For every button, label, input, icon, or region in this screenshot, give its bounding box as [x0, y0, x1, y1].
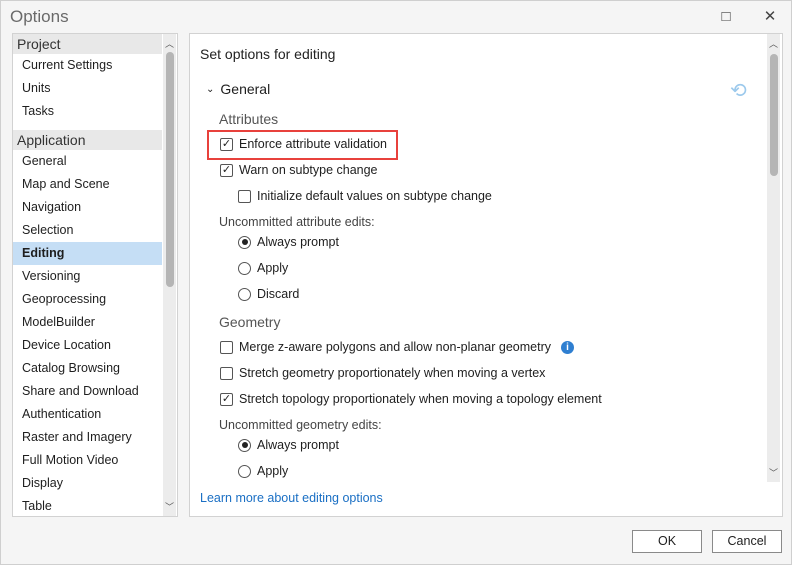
group-application: Application — [13, 130, 162, 150]
main-scrollbar[interactable]: ︿ ﹀ — [767, 34, 780, 482]
sidebar-item-navigation[interactable]: Navigation — [13, 196, 162, 219]
check-icon: ✓ — [220, 137, 233, 151]
window-title: Options — [10, 7, 69, 26]
scroll-down-icon[interactable]: ﹀ — [163, 500, 176, 513]
checkbox-label: Stretch geometry proportionately when mo… — [239, 366, 546, 380]
checkbox-box — [220, 366, 233, 380]
stretch-topology-checkbox[interactable]: ✓ Stretch topology proportionately when m… — [220, 392, 602, 406]
check-icon: ✓ — [220, 163, 233, 177]
cancel-button[interactable]: Cancel — [712, 530, 782, 553]
sidebar-scrollbar[interactable]: ︿ ﹀ — [163, 34, 176, 516]
sidebar-item-full-motion-video[interactable]: Full Motion Video — [13, 449, 162, 472]
sidebar-item-general[interactable]: General — [13, 150, 162, 173]
sidebar-item-raster-and-imagery[interactable]: Raster and Imagery — [13, 426, 162, 449]
checkbox-label: Merge z-aware polygons and allow non-pla… — [239, 340, 551, 354]
stretch-geometry-checkbox[interactable]: Stretch geometry proportionately when mo… — [220, 366, 545, 380]
checkbox-box — [238, 189, 251, 203]
sidebar-item-table[interactable]: Table — [13, 495, 162, 516]
enforce-validation-checkbox[interactable]: ✓ Enforce attribute validation — [220, 137, 387, 151]
scroll-up-icon[interactable]: ︿ — [767, 37, 780, 50]
radio-label: Always prompt — [257, 235, 339, 249]
radio-icon — [238, 438, 251, 452]
reset-icon[interactable]: ⟲ — [730, 78, 747, 103]
radio-icon — [238, 464, 251, 478]
sidebar-item-tasks[interactable]: Tasks — [13, 100, 162, 123]
checkbox-label: Enforce attribute validation — [239, 137, 388, 151]
checkbox-label: Warn on subtype change — [239, 163, 378, 177]
radio-label: Always prompt — [257, 438, 339, 452]
sidebar-item-device-location[interactable]: Device Location — [13, 334, 162, 357]
warn-subtype-checkbox[interactable]: ✓ Warn on subtype change — [220, 163, 378, 177]
attr-radio-discard[interactable]: Discard — [238, 287, 299, 301]
scroll-up-icon[interactable]: ︿ — [163, 37, 176, 50]
init-defaults-checkbox[interactable]: Initialize default values on subtype cha… — [238, 189, 492, 203]
learn-more-link[interactable]: Learn more about editing options — [200, 491, 383, 505]
geom-radio-always-prompt[interactable]: Always prompt — [238, 438, 339, 452]
attr-radio-always-prompt[interactable]: Always prompt — [238, 235, 339, 249]
sidebar-item-share-and-download[interactable]: Share and Download — [13, 380, 162, 403]
radio-icon — [238, 287, 251, 301]
checkbox-label: Initialize default values on subtype cha… — [257, 189, 492, 203]
scroll-thumb[interactable] — [770, 54, 778, 176]
sidebar-item-geoprocessing[interactable]: Geoprocessing — [13, 288, 162, 311]
editing-options-panel: Set options for editing ⌄ General ⟲ Attri… — [189, 33, 783, 517]
uncommitted-attr-label: Uncommitted attribute edits: — [219, 215, 375, 229]
scroll-thumb[interactable] — [166, 52, 174, 287]
radio-icon — [238, 261, 251, 275]
group-project: Project — [13, 34, 162, 54]
sidebar-item-catalog-browsing[interactable]: Catalog Browsing — [13, 357, 162, 380]
chevron-down-icon: ⌄ — [206, 83, 215, 95]
uncommitted-geom-label: Uncommitted geometry edits: — [219, 418, 382, 432]
options-sidebar: Project Application ︿ ﹀ Current Settings… — [12, 33, 178, 517]
sidebar-item-editing[interactable]: Editing — [13, 242, 162, 265]
check-icon: ✓ — [220, 392, 233, 406]
page-heading: Set options for editing — [200, 46, 336, 62]
close-button[interactable]: ✕ — [760, 7, 780, 27]
sidebar-item-authentication[interactable]: Authentication — [13, 403, 162, 426]
geom-radio-apply[interactable]: Apply — [238, 464, 288, 478]
sidebar-item-current-settings[interactable]: Current Settings — [13, 54, 162, 77]
merge-z-checkbox[interactable]: Merge z-aware polygons and allow non-pla… — [220, 340, 574, 354]
attr-radio-apply[interactable]: Apply — [238, 261, 288, 275]
radio-label: Apply — [257, 464, 289, 478]
ok-button[interactable]: OK — [632, 530, 702, 553]
general-expander[interactable]: ⌄ General — [206, 81, 270, 97]
attributes-heading: Attributes — [219, 111, 279, 127]
sidebar-item-units[interactable]: Units — [13, 77, 162, 100]
sidebar-item-versioning[interactable]: Versioning — [13, 265, 162, 288]
scroll-down-icon[interactable]: ﹀ — [767, 466, 780, 479]
sidebar-item-modelbuilder[interactable]: ModelBuilder — [13, 311, 162, 334]
radio-label: Discard — [257, 287, 300, 301]
radio-label: Apply — [257, 261, 289, 275]
radio-icon — [238, 235, 251, 249]
checkbox-label: Stretch topology proportionately when mo… — [239, 392, 602, 406]
checkbox-box — [220, 340, 233, 354]
general-label: General — [220, 81, 271, 97]
geometry-heading: Geometry — [219, 314, 281, 330]
sidebar-item-selection[interactable]: Selection — [13, 219, 162, 242]
sidebar-item-display[interactable]: Display — [13, 472, 162, 495]
info-icon[interactable]: i — [560, 340, 574, 354]
maximize-button[interactable]: □ — [716, 7, 736, 27]
sidebar-item-map-and-scene[interactable]: Map and Scene — [13, 173, 162, 196]
